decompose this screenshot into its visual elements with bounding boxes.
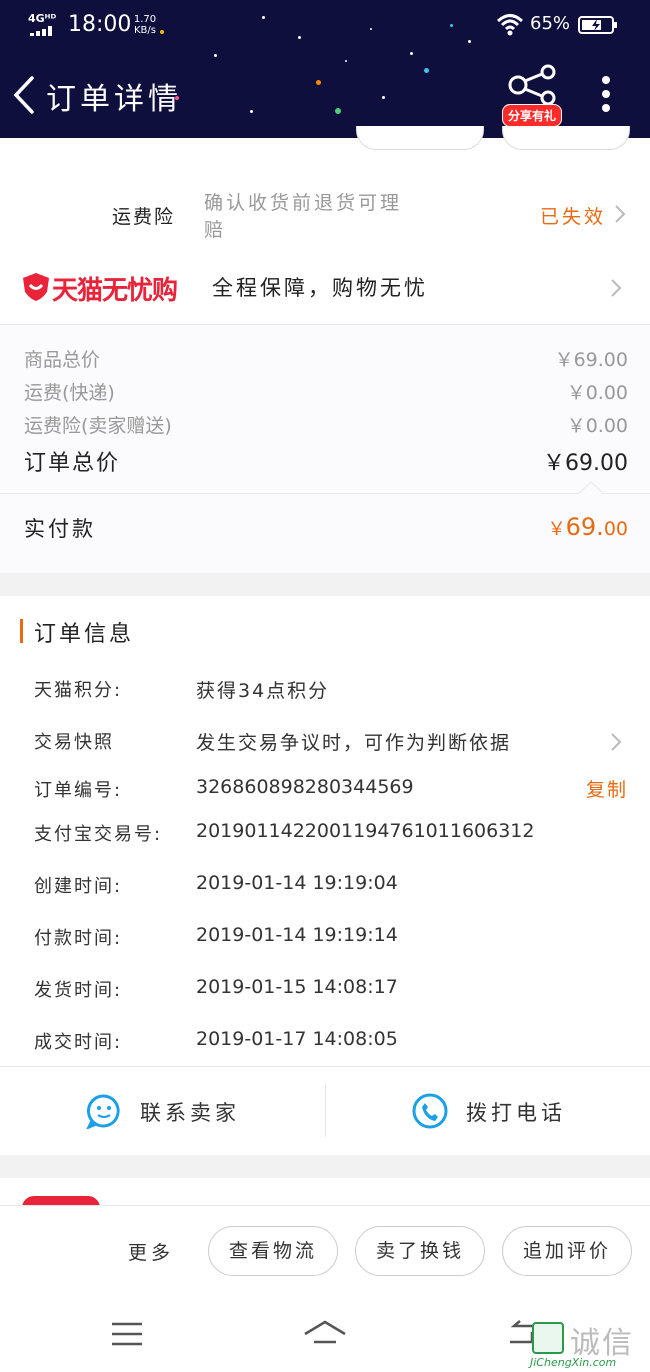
copy-button[interactable]: 复制 — [586, 775, 628, 802]
price-row-insurance: 运费险(卖家赠送) ￥0.00 — [0, 411, 650, 443]
price-label: 运费(快递) — [24, 382, 115, 404]
price-row-total: 订单总价 ￥69.00 — [0, 445, 650, 477]
paid-time-label: 付款时间: — [34, 928, 123, 949]
alipay-value: 2019011422001194761011606312 — [196, 820, 535, 842]
total-value: ￥69.00 — [543, 451, 628, 476]
contact-seller-label: 联系卖家 — [140, 1101, 240, 1125]
divider — [0, 493, 650, 494]
network-speed-value: 1.70 — [133, 14, 157, 25]
paid-label: 实付款 — [24, 517, 96, 541]
points-value: 获得34点积分 — [196, 680, 330, 702]
header-decoration — [316, 80, 321, 85]
price-label: 运费险(卖家赠送) — [24, 415, 172, 437]
paid-value: ￥69.00 — [548, 513, 628, 541]
price-row-paid: 实付款 ￥69.00 — [0, 513, 650, 545]
paid-integer: 69. — [565, 513, 604, 541]
chat-bubble-icon — [86, 1094, 120, 1129]
price-value: ￥0.00 — [566, 415, 628, 437]
order-no-value: 326860898280344569 — [196, 776, 414, 798]
signal-icon — [30, 26, 52, 36]
chevron-right-icon — [611, 279, 622, 297]
paid-decimal: 00 — [603, 518, 628, 540]
watermark-site: JiChengXin.com — [530, 1356, 617, 1369]
battery-percent: 65% — [530, 13, 571, 34]
chevron-left-icon[interactable] — [10, 74, 36, 116]
header-decoration — [250, 110, 253, 113]
header-decoration — [382, 96, 385, 99]
chevron-right-icon — [615, 205, 626, 223]
add-review-button[interactable]: 追加评价 — [502, 1226, 632, 1276]
status-bar: 4Gᴴᴰ 18:00 1.70 KB/s 65% — [0, 0, 650, 50]
tag-fragment — [502, 126, 630, 150]
network-speed-unit: KB/s — [134, 25, 156, 36]
network-indicator: 4Gᴴᴰ — [28, 12, 57, 25]
shipped-label: 发货时间: — [34, 980, 123, 1001]
insurance-status[interactable]: 已失效 — [540, 202, 606, 229]
section-title: 订单信息 — [34, 622, 135, 647]
created-value: 2019-01-14 19:19:04 — [196, 872, 398, 894]
section-accent — [20, 619, 23, 643]
call-phone-label: 拨打电话 — [466, 1101, 566, 1125]
price-value: ￥69.00 — [554, 349, 628, 371]
tmall-guarantee-row[interactable]: 天猫无忧购 全程保障，购物无忧 — [0, 256, 650, 320]
header-decoration — [214, 54, 217, 57]
view-logistics-button[interactable]: 查看物流 — [208, 1226, 338, 1276]
price-value: ￥0.00 — [566, 382, 628, 404]
created-label: 创建时间: — [34, 876, 123, 897]
price-row-goods: 商品总价 ￥69.00 — [0, 345, 650, 377]
phone-icon — [412, 1093, 448, 1129]
wifi-icon — [496, 14, 524, 36]
shipped-value: 2019-01-15 14:08:17 — [196, 976, 398, 998]
contact-seller-button[interactable]: 联系卖家 — [0, 1067, 325, 1155]
paid-time-value: 2019-01-14 19:19:14 — [196, 924, 398, 946]
snapshot-label: 交易快照 — [34, 732, 114, 753]
share-button[interactable]: 分享有礼 — [500, 64, 566, 127]
header-decoration — [424, 68, 429, 73]
insurance-panel: 运费险 确认收货前退货可理 赔 已失效 天猫无忧购 全程保障，购物无忧 — [0, 126, 650, 325]
chevron-right-icon — [611, 733, 622, 751]
share-badge: 分享有礼 — [502, 104, 563, 127]
more-vertical-icon[interactable] — [600, 76, 612, 112]
menu-icon[interactable] — [110, 1320, 144, 1348]
share-icon — [508, 64, 556, 106]
network-speed: 1.70 KB/s — [130, 14, 160, 36]
insurance-desc: 确认收货前退货可理 — [204, 192, 403, 214]
call-phone-button[interactable]: 拨打电话 — [326, 1067, 650, 1155]
price-row-shipping: 运费(快递) ￥0.00 — [0, 378, 650, 410]
tmall-shield-icon — [23, 273, 49, 301]
tmall-brand: 天猫无忧购 — [52, 276, 178, 306]
site-watermark: 诚信 JiChengXin.com — [530, 1318, 648, 1370]
total-label: 订单总价 — [24, 451, 121, 476]
header-decoration — [410, 52, 413, 55]
header-decoration — [335, 108, 341, 114]
status-time: 18:00 — [68, 12, 132, 37]
snapshot-row[interactable]: 交易快照 发生交易争议时，可作为判断依据 — [0, 720, 650, 764]
contact-panel: 联系卖家 拨打电话 — [0, 1067, 650, 1155]
watermark-logo-icon — [532, 1322, 564, 1354]
battery-icon — [578, 16, 617, 34]
page-title: 订单详情 — [46, 82, 182, 117]
order-info-panel: 订单信息 天猫积分: 获得34点积分 交易快照 发生交易争议时，可作为判断依据 … — [0, 596, 650, 1066]
insurance-desc-cont: 赔 — [204, 219, 224, 241]
price-label: 商品总价 — [24, 349, 101, 371]
caret-up-icon — [578, 481, 604, 495]
price-panel: 商品总价 ￥69.00 运费(快递) ￥0.00 运费险(卖家赠送) ￥0.00… — [0, 325, 650, 573]
snapshot-value: 发生交易争议时，可作为判断依据 — [196, 732, 512, 754]
paid-currency: ￥ — [547, 519, 566, 540]
top-header: 4Gᴴᴰ 18:00 1.70 KB/s 65% 订单详情 分享有礼 — [0, 0, 650, 138]
resell-button[interactable]: 卖了换钱 — [355, 1226, 485, 1276]
tag-fragment — [356, 126, 484, 150]
order-no-label: 订单编号: — [34, 780, 123, 801]
points-label: 天猫积分: — [34, 680, 123, 701]
insurance-label: 运费险 — [112, 206, 176, 228]
home-icon[interactable] — [302, 1318, 348, 1350]
system-nav-bar: 诚信 JiChengXin.com — [0, 1296, 650, 1372]
completed-value: 2019-01-17 14:08:05 — [196, 1028, 398, 1050]
header-decoration — [345, 60, 347, 62]
alipay-label: 支付宝交易号: — [34, 824, 163, 845]
completed-label: 成交时间: — [34, 1032, 123, 1053]
more-button[interactable]: 更多 — [128, 1238, 174, 1265]
tmall-slogan: 全程保障，购物无忧 — [212, 276, 428, 300]
